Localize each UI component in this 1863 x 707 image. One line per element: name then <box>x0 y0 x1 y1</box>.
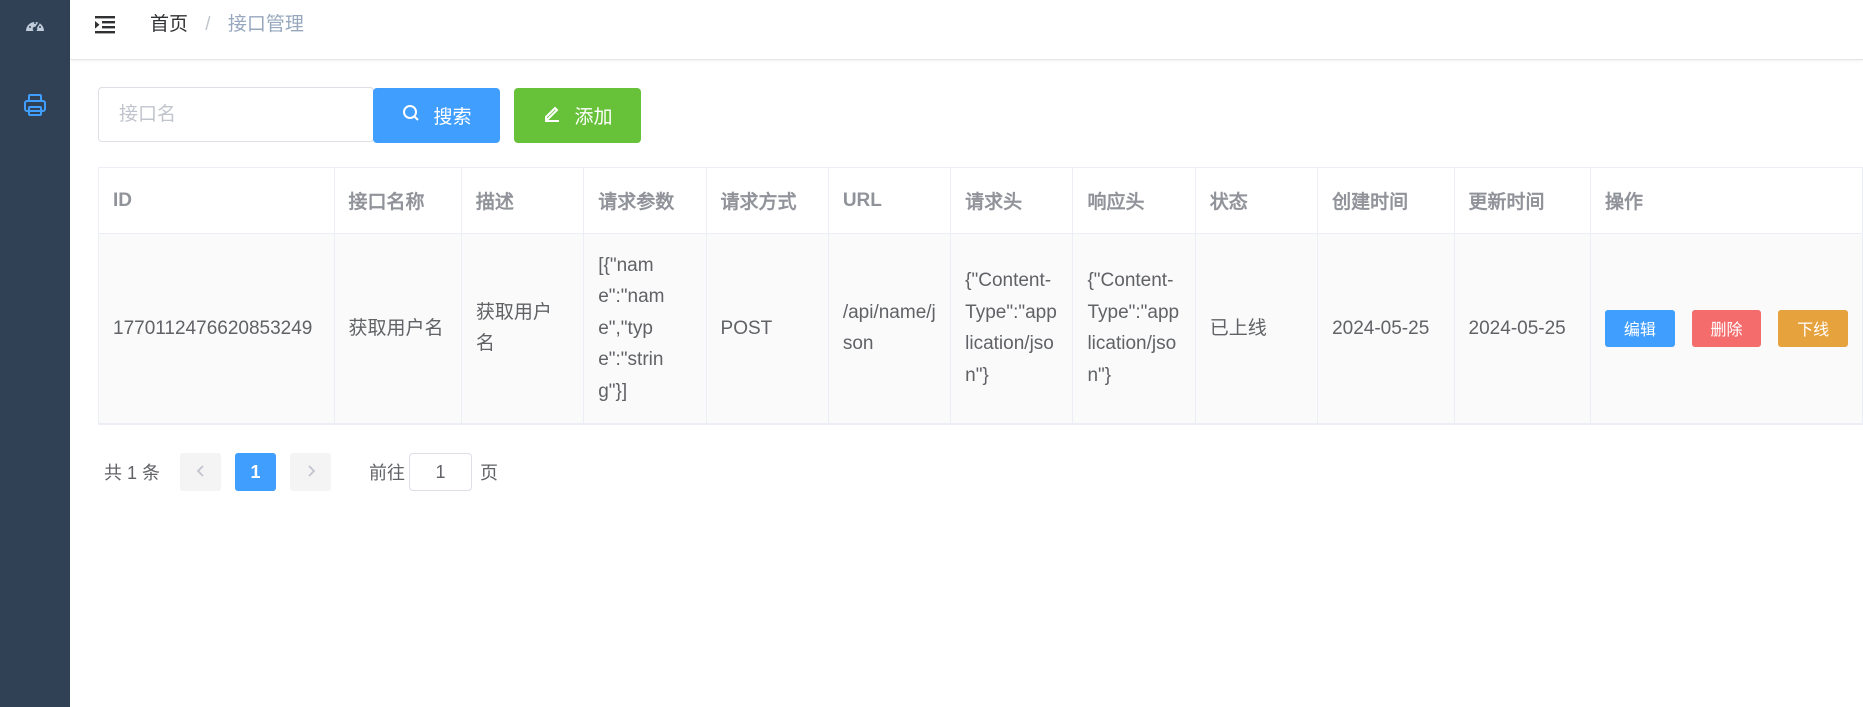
column-header: 请求头 <box>950 167 1074 234</box>
cell-name: 获取用户名 <box>334 233 462 425</box>
column-header: 状态 <box>1195 167 1319 234</box>
goto-page-input[interactable] <box>409 453 473 491</box>
prev-page-button[interactable] <box>180 453 222 491</box>
column-header: 响应头 <box>1072 167 1196 234</box>
dashboard-icon <box>24 16 46 43</box>
column-header: 操作 <box>1590 167 1863 234</box>
pagination: 共 1 条 1 前往 页 <box>104 453 498 491</box>
column-header: 接口名称 <box>334 167 462 234</box>
chevron-right-icon <box>305 462 317 483</box>
cell-method: POST <box>706 233 829 425</box>
cell-url: /api/name/json <box>828 233 952 425</box>
hamburger-menu-icon[interactable] <box>92 12 118 38</box>
chevron-left-icon <box>195 462 207 483</box>
column-header: 请求参数 <box>583 167 707 234</box>
add-button[interactable]: 添加 <box>514 88 641 143</box>
column-header: URL <box>828 167 952 234</box>
navbar: 首页 / 接口管理 uni <box>70 0 1863 60</box>
cell-response-header: {"Content-Type":"application/json"} <box>1072 233 1196 425</box>
sidebar-item-dashboard[interactable] <box>0 16 70 43</box>
cell-id: 1770112476620853249 <box>98 233 335 425</box>
cell-description: 获取用户名 <box>461 233 585 425</box>
search-icon <box>401 103 421 129</box>
breadcrumb-current: 接口管理 <box>227 14 304 35</box>
cell-status: 已上线 <box>1195 233 1319 425</box>
column-header: 更新时间 <box>1454 167 1592 234</box>
search-input[interactable] <box>98 87 374 142</box>
cell-updated: 2024-05-25 <box>1454 233 1592 425</box>
next-page-button[interactable] <box>290 453 332 491</box>
goto-prefix: 前往 <box>369 463 406 483</box>
offline-button[interactable]: 下线 <box>1778 309 1848 347</box>
printer-icon <box>22 92 48 123</box>
pagination-total: 共 1 条 <box>104 463 161 483</box>
edit-button[interactable]: 编辑 <box>1605 309 1675 347</box>
page-number[interactable]: 1 <box>235 453 277 491</box>
add-button-label: 添加 <box>574 107 613 128</box>
breadcrumb-home[interactable]: 首页 <box>150 14 188 35</box>
column-header: ID <box>98 167 335 234</box>
table-row: 1770112476620853249 获取用户名 获取用户名 [{"name"… <box>98 233 1863 425</box>
search-button[interactable]: 搜索 <box>373 88 500 143</box>
cell-request-header: {"Content-Type":"application/json"} <box>950 233 1074 425</box>
column-header: 描述 <box>461 167 585 234</box>
breadcrumb: 首页 / 接口管理 <box>150 12 304 38</box>
breadcrumb-separator: / <box>205 14 211 35</box>
search-button-label: 搜索 <box>433 107 472 128</box>
table-header-row: ID 接口名称 描述 请求参数 请求方式 URL 请求头 响应头 状态 创建时间… <box>98 167 1863 234</box>
column-header: 创建时间 <box>1317 167 1455 234</box>
cell-actions: 编辑 删除 下线 <box>1590 233 1863 425</box>
edit-icon <box>542 103 562 129</box>
cell-params: [{"name":"name","type":"string"}] <box>583 233 707 425</box>
goto-suffix: 页 <box>480 463 499 483</box>
sidebar-item-interface[interactable] <box>0 92 70 123</box>
goto-page: 前往 页 <box>369 453 498 491</box>
interface-table: ID 接口名称 描述 请求参数 请求方式 URL 请求头 响应头 状态 创建时间… <box>98 167 1863 425</box>
sidebar <box>0 0 70 707</box>
cell-created: 2024-05-25 <box>1317 233 1455 425</box>
column-header: 请求方式 <box>706 167 829 234</box>
delete-button[interactable]: 删除 <box>1691 309 1762 347</box>
